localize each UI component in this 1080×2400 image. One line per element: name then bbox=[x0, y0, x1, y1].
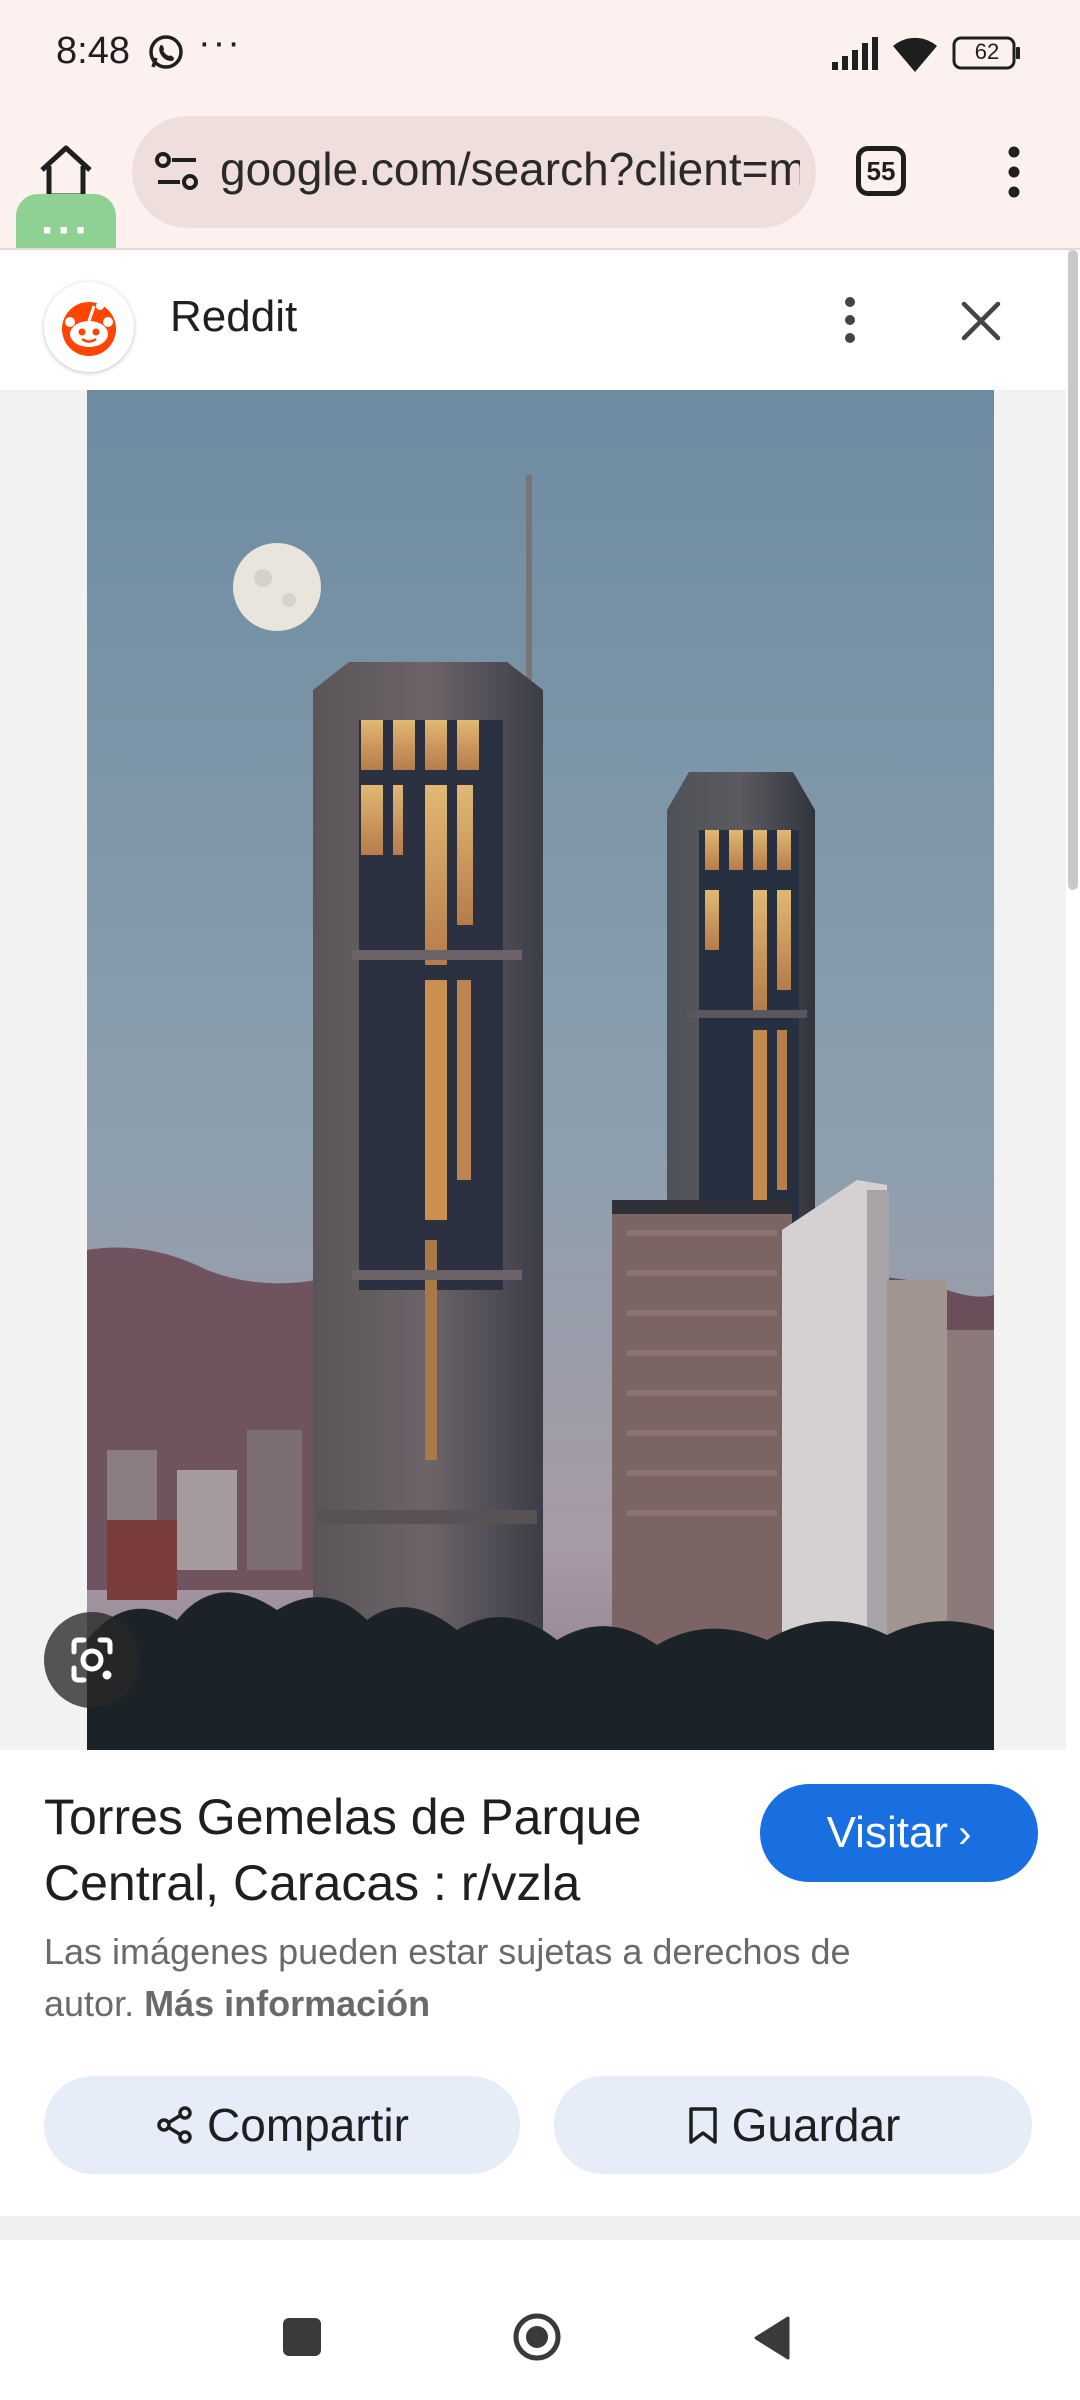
tabs-button[interactable]: 55 bbox=[856, 146, 906, 196]
home-icon[interactable] bbox=[36, 142, 96, 202]
back-button[interactable] bbox=[752, 2314, 792, 2362]
reddit-logo bbox=[44, 282, 134, 372]
signal-icon bbox=[832, 37, 878, 70]
source-header: Reddit bbox=[0, 250, 1066, 390]
save-label: Guardar bbox=[731, 2099, 901, 2151]
close-icon[interactable] bbox=[956, 296, 1006, 346]
bookmark-icon bbox=[688, 2107, 717, 2144]
url-text[interactable]: google.com/search?client=ms-android bbox=[220, 142, 800, 196]
recent-apps-button[interactable] bbox=[283, 2318, 321, 2356]
share-label: Compartir bbox=[207, 2099, 409, 2151]
site-settings-icon[interactable] bbox=[154, 150, 200, 194]
visit-label: Visitar bbox=[826, 1808, 949, 1857]
save-button[interactable]: Guardar bbox=[554, 2076, 1032, 2174]
address-bar[interactable]: google.com/search?client=ms-android bbox=[132, 116, 816, 228]
result-title[interactable]: Torres Gemelas de Parque Central, Caraca… bbox=[44, 1784, 704, 1916]
share-icon bbox=[157, 2106, 192, 2144]
result-image[interactable] bbox=[87, 390, 994, 1750]
wifi-icon bbox=[893, 37, 937, 72]
battery-icon: 62 bbox=[952, 36, 1022, 70]
status-more-icon: ··· bbox=[198, 22, 242, 64]
lens-icon bbox=[71, 1637, 113, 1683]
image-viewer bbox=[0, 390, 1066, 1750]
battery-level: 62 bbox=[974, 39, 1000, 64]
browser-toolbar: google.com/search?client=ms-android 55 bbox=[0, 112, 1080, 248]
status-time: 8:48 bbox=[56, 30, 130, 72]
system-nav-bar bbox=[0, 2240, 1080, 2400]
source-name[interactable]: Reddit bbox=[170, 292, 297, 342]
copyright-notice: Las imágenes pueden estar sujetas a dere… bbox=[44, 1926, 944, 2030]
more-info-link[interactable]: Más información bbox=[144, 1983, 430, 2024]
home-button[interactable] bbox=[512, 2312, 562, 2362]
chevron-right-icon: › bbox=[958, 1812, 972, 1856]
more-vert-icon[interactable] bbox=[832, 290, 868, 350]
scrollbar[interactable] bbox=[1068, 250, 1078, 890]
share-button[interactable]: Compartir bbox=[44, 2076, 520, 2174]
whatsapp-icon bbox=[149, 35, 183, 69]
status-bar: 8:48 ··· 62 bbox=[0, 0, 1080, 112]
visit-button[interactable]: Visitar › bbox=[760, 1784, 1038, 1882]
lens-search-button[interactable] bbox=[44, 1612, 140, 1708]
overflow-menu-icon[interactable] bbox=[994, 142, 1034, 202]
section-divider bbox=[0, 2216, 1080, 2240]
